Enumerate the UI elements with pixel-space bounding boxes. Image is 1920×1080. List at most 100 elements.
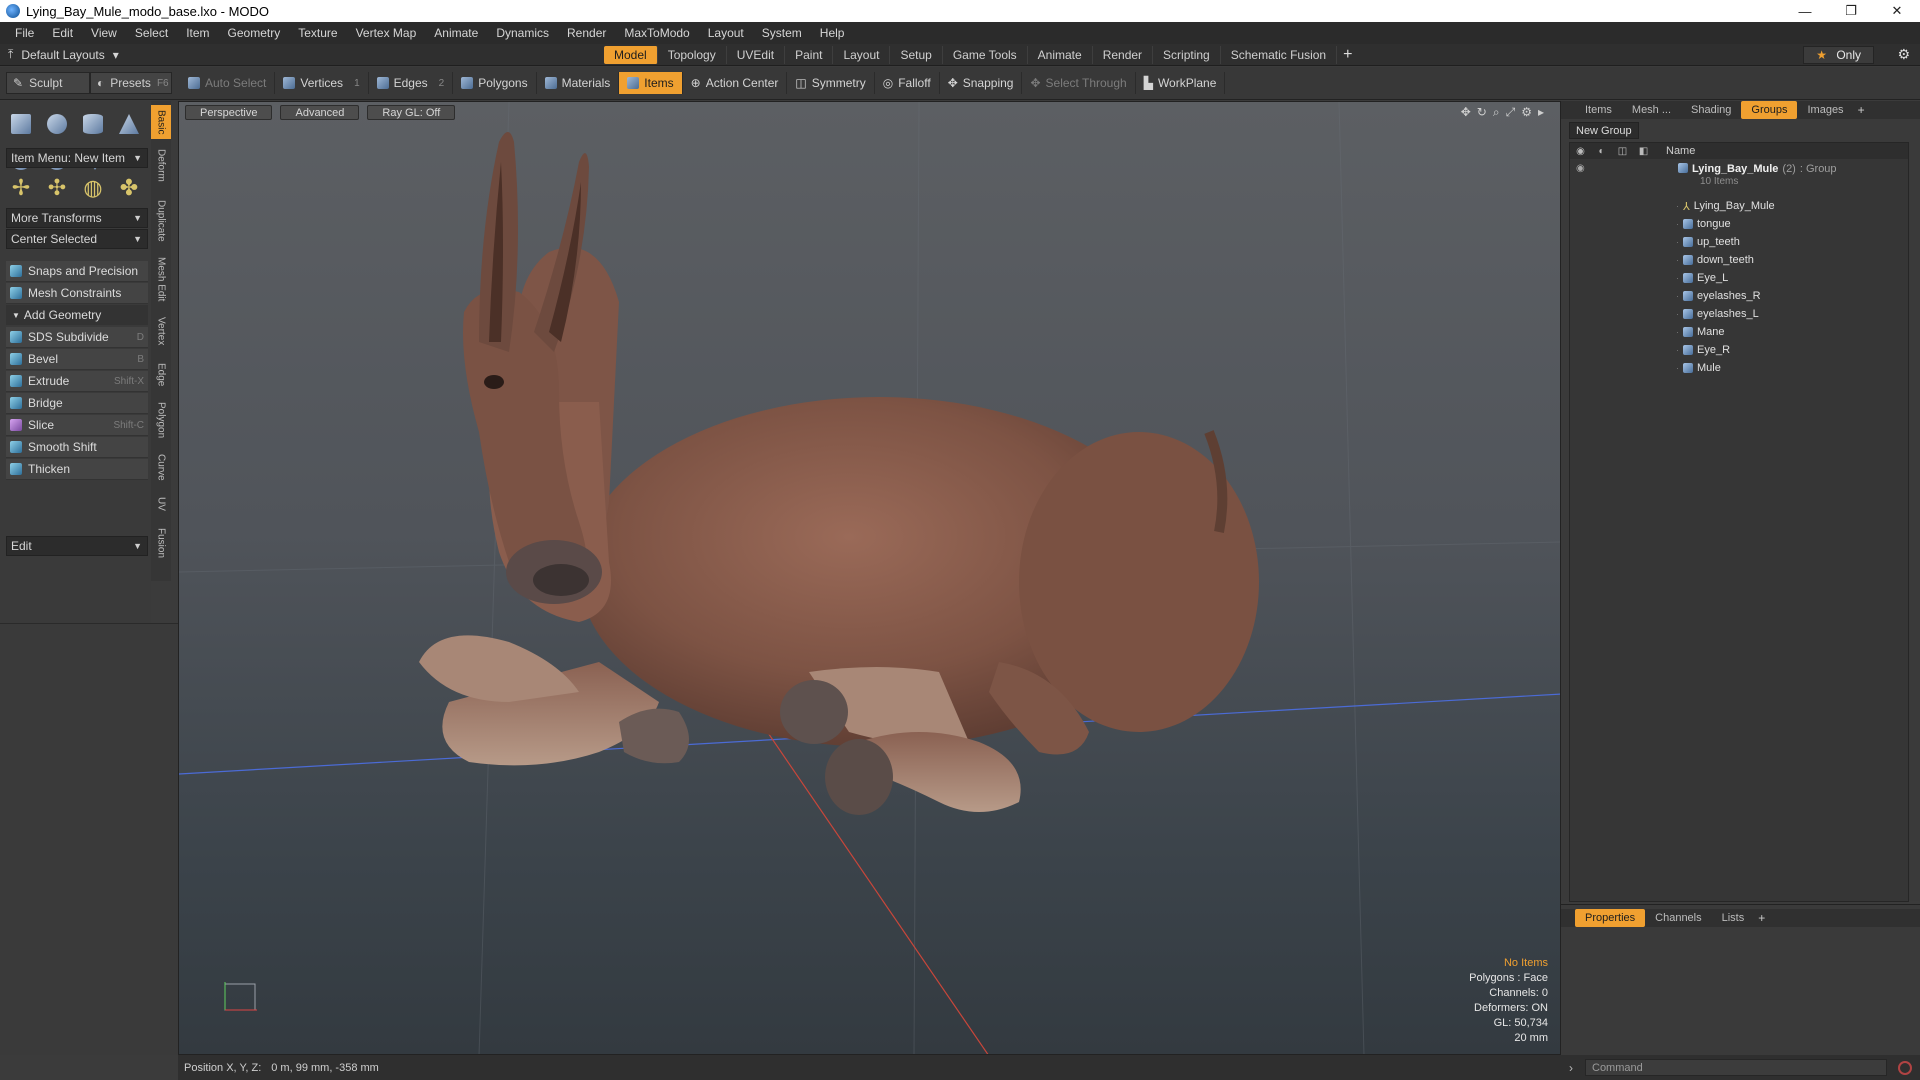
menu-help[interactable]: Help — [811, 26, 854, 40]
tab-setup[interactable]: Setup — [890, 46, 943, 64]
items-button[interactable]: Items — [619, 72, 683, 94]
vtab-duplicate[interactable]: Duplicate — [151, 197, 171, 245]
viewport-menu-arrow-icon[interactable]: ▸ — [1538, 105, 1544, 120]
menu-select[interactable]: Select — [126, 26, 177, 40]
tab-model[interactable]: Model — [604, 46, 658, 64]
list-item[interactable]: · Eye_L — [1570, 269, 1908, 287]
menu-item[interactable]: Item — [177, 26, 218, 40]
visibility-column-icon[interactable]: ◉ — [1570, 146, 1591, 157]
gear-icon[interactable]: ⚙ — [1897, 46, 1910, 63]
list-item[interactable]: · ⅄ Lying_Bay_Mule — [1570, 197, 1908, 215]
item-menu-dropdown[interactable]: Item Menu: New Item ▼ — [6, 148, 148, 168]
tab-lists[interactable]: Lists — [1712, 909, 1755, 927]
shading-mode-button[interactable]: Advanced — [280, 105, 360, 120]
add-geometry-section[interactable]: ▼ Add Geometry — [6, 305, 148, 325]
command-input[interactable]: Command — [1585, 1059, 1887, 1076]
tab-images[interactable]: Images — [1797, 101, 1853, 119]
more-transforms-dropdown[interactable]: More Transforms ▼ — [6, 208, 148, 228]
mule-model[interactable] — [419, 132, 1259, 815]
list-item[interactable]: · eyelashes_R — [1570, 287, 1908, 305]
tab-layout[interactable]: Layout — [833, 46, 891, 64]
snapping-button[interactable]: ✥ Snapping — [940, 72, 1023, 94]
menu-vertex-map[interactable]: Vertex Map — [347, 26, 426, 40]
tab-items[interactable]: Items — [1575, 101, 1622, 119]
menu-system[interactable]: System — [753, 26, 811, 40]
thicken-button[interactable]: Thicken — [6, 459, 148, 480]
new-group-button[interactable]: New Group — [1569, 122, 1639, 139]
cube-primitive-icon[interactable] — [6, 109, 36, 139]
default-layouts-menu[interactable]: ⤒ Default Layouts ▾ — [8, 47, 119, 62]
tab-render[interactable]: Render — [1093, 46, 1154, 64]
tab-channels[interactable]: Channels — [1645, 909, 1711, 927]
bridge-button[interactable]: Bridge — [6, 393, 148, 414]
select-column-icon[interactable]: ◧ — [1633, 146, 1654, 157]
cylinder-primitive-icon[interactable] — [78, 109, 108, 139]
tab-mesh[interactable]: Mesh ... — [1622, 101, 1681, 119]
smooth-shift-button[interactable]: Smooth Shift — [6, 437, 148, 458]
list-item[interactable]: · up_teeth — [1570, 233, 1908, 251]
menu-render[interactable]: Render — [558, 26, 615, 40]
only-toggle[interactable]: ★ Only — [1803, 46, 1874, 64]
move-tool-icon[interactable]: ✢ — [6, 173, 36, 203]
workplane-button[interactable]: ▙ WorkPlane — [1136, 72, 1226, 94]
menu-edit[interactable]: Edit — [43, 26, 82, 40]
vtab-basic[interactable]: Basic — [151, 105, 171, 139]
stop-icon[interactable] — [1898, 1060, 1912, 1075]
rotate-tool-icon[interactable]: ✣ — [42, 173, 72, 203]
tab-scripting[interactable]: Scripting — [1153, 46, 1221, 64]
extrude-button[interactable]: Extrude Shift-X — [6, 371, 148, 392]
vtab-vertex[interactable]: Vertex — [151, 313, 171, 349]
list-item[interactable]: · Mule — [1570, 359, 1908, 377]
vtab-fusion[interactable]: Fusion — [151, 525, 171, 561]
list-item[interactable]: · down_teeth — [1570, 251, 1908, 269]
tab-paint[interactable]: Paint — [785, 46, 834, 64]
list-item[interactable]: · eyelashes_L — [1570, 305, 1908, 323]
menu-file[interactable]: File — [6, 26, 43, 40]
slice-button[interactable]: Slice Shift-C — [6, 415, 148, 436]
tab-properties[interactable]: Properties — [1575, 909, 1646, 927]
select-through-button[interactable]: ✥ Select Through — [1022, 72, 1136, 94]
zoom-icon[interactable]: ⌕ — [1493, 105, 1500, 120]
tab-schematic-fusion[interactable]: Schematic Fusion — [1221, 46, 1338, 64]
edit-dropdown[interactable]: Edit ▼ — [6, 536, 148, 556]
group-row[interactable]: ◉ Lying_Bay_Mule (2) : Group 10 Items — [1570, 161, 1908, 189]
minimize-button[interactable]: — — [1782, 0, 1828, 22]
menu-animate[interactable]: Animate — [425, 26, 487, 40]
menu-view[interactable]: View — [82, 26, 126, 40]
snaps-precision-button[interactable]: Snaps and Precision — [6, 261, 148, 282]
presets-button[interactable]: ◐ Presets F6 — [90, 72, 172, 94]
mesh-constraints-button[interactable]: Mesh Constraints — [6, 283, 148, 304]
tab-game-tools[interactable]: Game Tools — [943, 46, 1028, 64]
list-item[interactable]: · Eye_R — [1570, 341, 1908, 359]
auto-select-button[interactable]: Auto Select — [180, 72, 276, 94]
add-tab-button[interactable]: + — [1858, 103, 1865, 117]
cone-primitive-icon[interactable] — [114, 109, 144, 139]
menu-layout[interactable]: Layout — [699, 26, 753, 40]
vtab-curve[interactable]: Curve — [151, 451, 171, 483]
materials-button[interactable]: Materials — [537, 72, 620, 94]
raygl-button[interactable]: Ray GL: Off — [367, 105, 456, 120]
viewport-gear-icon[interactable]: ⚙ — [1521, 105, 1532, 120]
close-button[interactable]: ✕ — [1874, 0, 1920, 22]
symmetry-button[interactable]: ◫ Symmetry — [787, 72, 875, 94]
maximize-button[interactable]: ❐ — [1828, 0, 1874, 22]
center-selected-dropdown[interactable]: Center Selected ▼ — [6, 229, 148, 249]
menu-dynamics[interactable]: Dynamics — [487, 26, 558, 40]
falloff-button[interactable]: ◎ Falloff — [875, 72, 940, 94]
tab-topology[interactable]: Topology — [658, 46, 727, 64]
tab-groups[interactable]: Groups — [1741, 101, 1798, 119]
tab-shading[interactable]: Shading — [1681, 101, 1741, 119]
list-item[interactable]: · tongue — [1570, 215, 1908, 233]
sphere-primitive-icon[interactable] — [42, 109, 72, 139]
transform-tool-icon[interactable]: ✤ — [114, 173, 144, 203]
tab-animate[interactable]: Animate — [1028, 46, 1093, 64]
3d-viewport[interactable]: Perspective Advanced Ray GL: Off ✥ ↻ ⌕ ⤢… — [178, 101, 1561, 1055]
add-tab-button[interactable]: + — [1343, 47, 1352, 63]
vtab-deform[interactable]: Deform — [151, 145, 171, 185]
add-tab-button[interactable]: + — [1758, 911, 1765, 925]
menu-texture[interactable]: Texture — [289, 26, 346, 40]
edges-button[interactable]: Edges 2 — [369, 72, 454, 94]
view-mode-button[interactable]: Perspective — [185, 105, 273, 120]
vtab-uv[interactable]: UV — [151, 493, 171, 515]
vertices-button[interactable]: Vertices 1 — [275, 72, 369, 94]
